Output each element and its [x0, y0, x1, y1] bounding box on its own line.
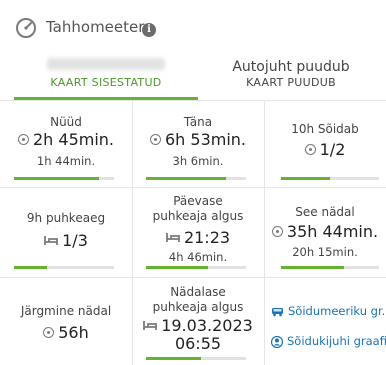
today-progress	[146, 177, 246, 180]
this-week-value: 35h 44min.	[286, 222, 379, 241]
rest-9h-value: 1/3	[62, 231, 88, 250]
rest-9h-progress-fill	[14, 266, 47, 269]
driving-records-label: Sõidumeeriku gr...	[288, 304, 386, 318]
clock-icon	[17, 134, 29, 145]
today-progress-fill	[146, 177, 226, 180]
tab-card-inserted-label: KAART SISESTATUD	[50, 76, 162, 89]
clock-icon	[149, 134, 161, 145]
tab-no-card-label: KAART PUUDUB	[246, 76, 336, 89]
this-week-progress-fill	[281, 266, 344, 269]
next-week-value: 56h	[58, 323, 89, 342]
driver-graph-label: Sõidukijuhi graafi	[287, 334, 386, 348]
driving-records-link[interactable]: Sõidumeeriku gr...	[271, 304, 386, 318]
tab-no-card[interactable]: Autojuht puudub KAART PUUDUB	[198, 52, 384, 100]
weekly-rest-value: 19.03.2023 06:55	[161, 316, 253, 353]
driver-name-blurred	[47, 58, 165, 70]
rest-9h-label: 9h puhkeaeg	[26, 211, 106, 225]
clock-icon	[304, 144, 316, 155]
speedometer-icon	[16, 18, 36, 38]
tab-card-inserted[interactable]: KAART SISESTATUD	[14, 52, 198, 100]
now-progress-fill	[14, 177, 99, 180]
clock-icon	[43, 327, 55, 338]
now-remaining: 1h 44min.	[36, 154, 96, 168]
cell-now: Nüüd 2h 45min. 1h 44min.	[0, 115, 132, 169]
cell-next-week: Järgmine nädal 56h	[0, 304, 132, 343]
now-value: 2h 45min.	[32, 130, 115, 149]
today-label: Täna	[183, 115, 213, 129]
weekly-rest-label: Nädalase puhkeaja algus	[152, 285, 244, 314]
daily-rest-value: 21:23	[183, 228, 231, 247]
driving-10h-value: 1/2	[319, 140, 346, 159]
cell-weekly-rest: Nädalase puhkeaja algus 19.03.2023 06:55	[132, 285, 264, 353]
driver-graph-link[interactable]: Sõidukijuhi graafi	[271, 334, 386, 348]
this-week-progress	[281, 266, 379, 269]
tab-no-card-driver: Autojuht puudub	[232, 59, 350, 75]
weekly-rest-progress-fill	[146, 357, 201, 360]
cell-rest-9h: 9h puhkeaeg 1/3	[0, 211, 132, 251]
bed-icon	[166, 233, 180, 242]
bed-icon	[143, 321, 158, 330]
next-week-label: Järgmine nädal	[20, 304, 112, 318]
cell-today: Täna 6h 53min. 3h 6min.	[132, 115, 264, 169]
daily-rest-label: Päevase puhkeaja algus	[152, 194, 244, 223]
now-label: Nüüd	[50, 115, 82, 129]
tachograph-grid: Nüüd 2h 45min. 1h 44min. Täna 6h 53min. …	[0, 101, 386, 365]
this-week-remaining: 20h 15min.	[292, 245, 358, 259]
daily-rest-remaining: 4h 46min.	[168, 250, 228, 264]
info-icon[interactable]: i	[142, 23, 156, 37]
page-title: Tahhomeeter	[46, 18, 145, 36]
tachograph-header: Tahhomeeter i	[0, 0, 386, 52]
cell-daily-rest: Päevase puhkeaja algus 21:23 4h 46min.	[132, 194, 264, 265]
today-remaining: 3h 6min.	[172, 154, 224, 168]
weekly-rest-progress	[146, 357, 246, 360]
driving-10h-label: 10h Sõidab	[291, 122, 359, 136]
clock-icon	[271, 226, 283, 237]
driving-10h-progress	[281, 177, 379, 180]
truck-icon	[272, 308, 283, 317]
cell-driving-10h: 10h Sõidab 1/2	[264, 122, 386, 160]
row-divider	[0, 277, 386, 278]
now-progress	[14, 177, 114, 180]
cell-this-week: See nädal 35h 44min. 20h 15min.	[264, 205, 386, 260]
bed-icon	[44, 236, 59, 245]
today-value: 6h 53min.	[164, 130, 247, 149]
driving-10h-progress-fill	[281, 177, 330, 180]
daily-rest-progress-fill	[146, 266, 208, 269]
row-divider	[0, 187, 386, 188]
daily-rest-progress	[146, 266, 246, 269]
user-icon	[271, 335, 283, 348]
rest-9h-progress	[14, 266, 114, 269]
this-week-label: See nädal	[295, 205, 355, 219]
